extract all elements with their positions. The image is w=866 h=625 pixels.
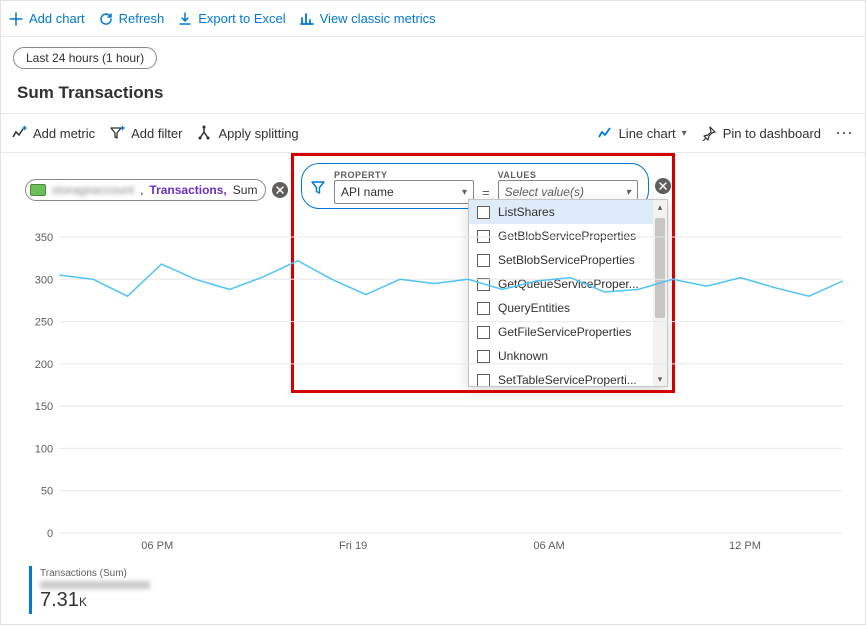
download-icon <box>178 12 192 26</box>
add-chart-button[interactable]: Add chart <box>9 11 85 26</box>
add-chart-label: Add chart <box>29 11 85 26</box>
filter-values-label: VALUES <box>498 170 638 180</box>
svg-text:06 AM: 06 AM <box>533 540 564 552</box>
pin-icon <box>701 125 717 141</box>
pin-label: Pin to dashboard <box>723 126 821 141</box>
metric-series-label: Transactions, <box>149 183 226 197</box>
chart-plot: 0 50 100 150 200 250 300 350 06 PM Fri 19 06 AM 12 … <box>25 233 851 569</box>
filter-property-label: PROPERTY <box>334 170 474 180</box>
timerange-pill[interactable]: Last 24 hours (1 hour) <box>13 47 157 69</box>
plus-icon <box>9 12 23 26</box>
dropdown-option-label: ListShares <box>498 205 555 219</box>
metric-agg-label: Sum <box>233 183 258 197</box>
refresh-label: Refresh <box>119 11 165 26</box>
svg-text:200: 200 <box>35 359 53 371</box>
remove-metric-button[interactable] <box>272 182 288 198</box>
export-excel-label: Export to Excel <box>198 11 285 26</box>
apply-splitting-button[interactable]: Apply splitting <box>196 125 298 141</box>
view-classic-label: View classic metrics <box>320 11 436 26</box>
add-metric-button[interactable]: Add metric <box>11 125 95 141</box>
chart-area: storageaccount , Transactions, Sum PROPE… <box>1 153 865 583</box>
summary-value: 7.31 <box>40 589 79 611</box>
resource-icon <box>30 184 46 196</box>
more-options-button[interactable]: ⋯ <box>835 123 855 144</box>
close-icon <box>659 182 667 190</box>
remove-filter-button[interactable] <box>655 178 671 194</box>
view-classic-button[interactable]: View classic metrics <box>300 11 436 26</box>
add-filter-button[interactable]: Add filter <box>109 125 182 141</box>
summary-label: Transactions (Sum) <box>40 568 150 579</box>
line-chart-icon <box>597 125 613 141</box>
filter-property-column: PROPERTY API name ▾ <box>334 170 474 204</box>
refresh-button[interactable]: Refresh <box>99 11 165 26</box>
filter-icon <box>109 125 125 141</box>
dropdown-option[interactable]: ListShares <box>469 200 667 224</box>
funnel-icon <box>310 179 326 195</box>
filter-property-value: API name <box>341 185 394 199</box>
chart-type-label: Line chart <box>619 126 676 141</box>
svg-text:350: 350 <box>35 233 53 244</box>
metric-pill-row: storageaccount , Transactions, Sum <box>25 179 288 201</box>
chevron-down-icon: ▾ <box>626 187 631 198</box>
svg-text:Fri 19: Fri 19 <box>339 540 367 552</box>
scroll-up-arrow[interactable]: ▴ <box>653 200 667 214</box>
summary-card: Transactions (Sum) 7.31K <box>29 566 150 614</box>
command-bar: Add chart Refresh Export to Excel View c… <box>1 1 865 37</box>
svg-text:12 PM: 12 PM <box>729 540 761 552</box>
svg-text:300: 300 <box>35 274 53 286</box>
svg-text:06 PM: 06 PM <box>141 540 173 552</box>
bar-chart-icon <box>300 12 314 26</box>
refresh-icon <box>99 12 113 26</box>
metric-pill[interactable]: storageaccount , Transactions, Sum <box>25 179 266 201</box>
summary-unit: K <box>79 595 87 609</box>
chevron-down-icon: ▾ <box>682 128 687 139</box>
summary-blur <box>40 581 150 589</box>
svg-text:50: 50 <box>41 486 53 498</box>
metric-resource-label: storageaccount <box>52 183 134 197</box>
chart-toolbar: Add metric Add filter Apply splitting Li… <box>1 113 865 153</box>
chevron-down-icon: ▾ <box>462 187 467 198</box>
close-icon <box>276 186 284 194</box>
add-metric-label: Add metric <box>33 126 95 141</box>
page-title: Sum Transactions <box>1 69 865 113</box>
split-icon <box>196 125 212 141</box>
add-filter-label: Add filter <box>131 126 182 141</box>
summary-value-row: 7.31K <box>40 589 150 612</box>
timerange-bar: Last 24 hours (1 hour) <box>1 37 865 69</box>
filter-values-placeholder: Select value(s) <box>505 185 584 199</box>
chart-type-selector[interactable]: Line chart ▾ <box>597 125 687 141</box>
export-excel-button[interactable]: Export to Excel <box>178 11 285 26</box>
add-metric-icon <box>11 125 27 141</box>
svg-text:0: 0 <box>47 528 53 540</box>
filter-property-select[interactable]: API name ▾ <box>334 180 474 204</box>
svg-text:100: 100 <box>35 443 53 455</box>
checkbox[interactable] <box>477 206 490 219</box>
page-frame: Add chart Refresh Export to Excel View c… <box>0 0 866 625</box>
apply-splitting-label: Apply splitting <box>218 126 298 141</box>
pin-dashboard-button[interactable]: Pin to dashboard <box>701 125 821 141</box>
svg-text:250: 250 <box>35 317 53 329</box>
svg-text:150: 150 <box>35 401 53 413</box>
